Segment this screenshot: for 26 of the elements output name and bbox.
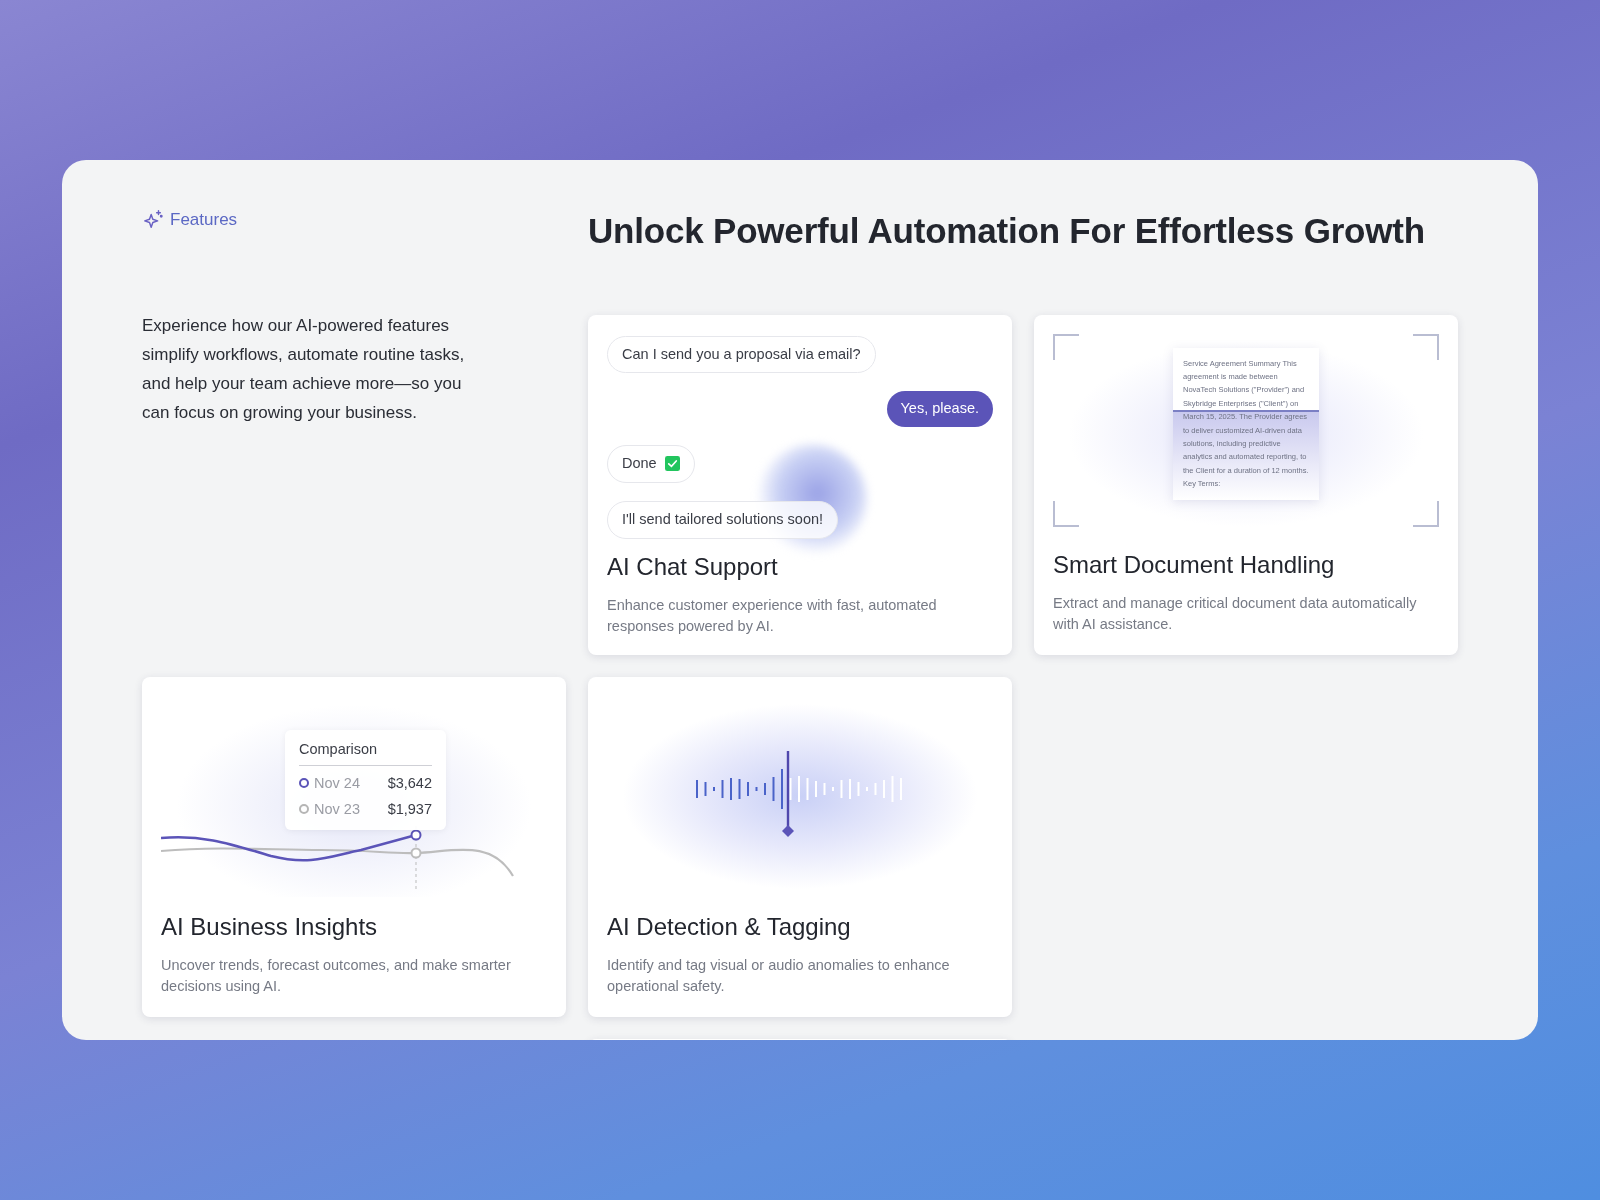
message-text: Yes, please. xyxy=(900,399,979,419)
series-date: Nov 23 xyxy=(314,800,360,820)
tag-label: Features xyxy=(170,209,238,231)
message-text: I'll send tailored solutions soon! xyxy=(622,509,824,529)
corner-bracket xyxy=(1413,333,1439,360)
message-text: Done xyxy=(622,454,657,473)
card-description: Uncover trends, forecast outcomes, and make smarter decisions using AI. xyxy=(161,955,512,996)
section-heading: Unlock Powerful Automation For Effortless Growth xyxy=(588,210,1426,252)
data-point xyxy=(410,847,422,858)
series-value: $3,642 xyxy=(387,774,432,794)
card-description: Identify and tag visual or audio anomalies to enhance operational safety. xyxy=(607,955,951,996)
card-title: AI Chat Support xyxy=(607,551,779,582)
tooltip-title: Comparison xyxy=(299,738,432,767)
corner-bracket xyxy=(1053,333,1079,360)
card-title: AI Business Insights xyxy=(161,911,379,942)
sparkle-icon xyxy=(142,208,164,231)
series-date: Nov 24 xyxy=(314,774,360,794)
corner-bracket xyxy=(1053,500,1079,527)
card-description: Extract and manage critical document data automatically with AI assistance. xyxy=(1053,593,1418,634)
corner-bracket xyxy=(1413,500,1439,527)
series-value: $1,937 xyxy=(387,800,432,820)
card-title: Smart Document Handling xyxy=(1053,549,1336,580)
intro-paragraph: Experience how our AI-powered features simplify workflows, automate routine tasks, and help your team achieve more—so you can focus on growing your business. xyxy=(142,314,466,424)
message-text: Can I send you a proposal via email? xyxy=(622,344,861,364)
card-description: Enhance customer experience with fast, automated responses powered by AI. xyxy=(607,595,938,636)
card-title: AI Detection & Tagging xyxy=(607,911,852,942)
